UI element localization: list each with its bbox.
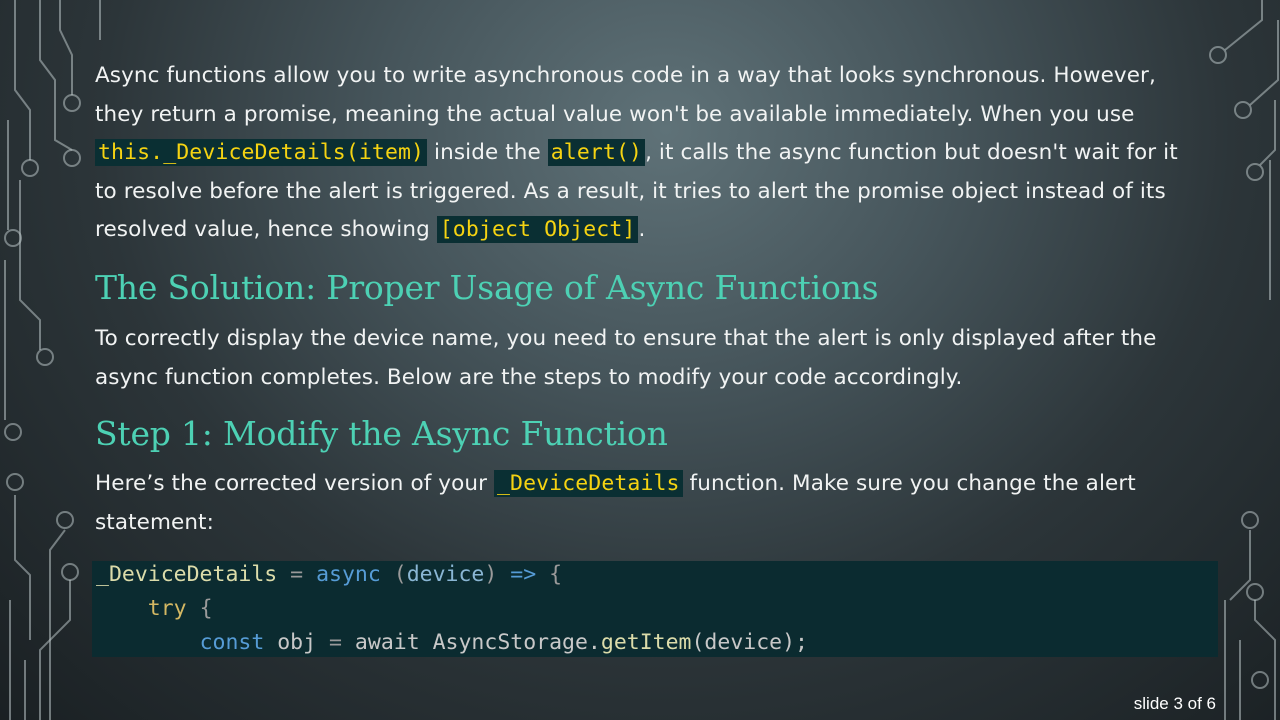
code-token: obj bbox=[264, 630, 330, 655]
inline-code-object-object: [object Object] bbox=[436, 216, 639, 243]
code-line-1: _DeviceDetails = async (device) => { bbox=[96, 558, 562, 592]
code-line-2: try { bbox=[96, 592, 213, 626]
code-token: const bbox=[199, 630, 265, 655]
code-token: = bbox=[277, 562, 317, 587]
inline-code-device-details: _DeviceDetails bbox=[493, 470, 683, 497]
step1-heading: Step 1: Modify the Async Function bbox=[95, 414, 668, 453]
slide-indicator: slide 3 of 6 bbox=[1133, 694, 1216, 713]
code-line-3: const obj = await AsyncStorage.getItem(d… bbox=[96, 626, 808, 660]
code-token: async bbox=[316, 562, 381, 587]
solution-heading: The Solution: Proper Usage of Async Func… bbox=[95, 268, 879, 307]
code-token: try bbox=[147, 596, 187, 621]
intro-text-1: Async functions allow you to write async… bbox=[95, 63, 1156, 127]
code-token: await AsyncStorage. bbox=[341, 630, 601, 655]
code-token: device bbox=[406, 562, 485, 587]
inline-code-alert: alert() bbox=[547, 139, 646, 166]
step1-paragraph: Here’s the corrected version of your _De… bbox=[95, 465, 1195, 542]
code-token: { bbox=[536, 562, 563, 587]
code-token: getItem bbox=[600, 630, 692, 655]
inline-code-device-details-call: this._DeviceDetails(item) bbox=[95, 139, 428, 166]
intro-text-2: inside the bbox=[427, 140, 548, 165]
code-token: { bbox=[186, 596, 213, 621]
step1-text-1: Here’s the corrected version of your bbox=[95, 471, 494, 496]
solution-paragraph: To correctly display the device name, yo… bbox=[95, 326, 1157, 390]
code-block: _DeviceDetails = async (device) => { try… bbox=[92, 561, 1218, 657]
code-token: => bbox=[510, 562, 537, 587]
code-token: = bbox=[329, 630, 342, 655]
intro-text-4: . bbox=[638, 217, 646, 242]
intro-paragraph: Async functions allow you to write async… bbox=[95, 57, 1195, 250]
code-token: _DeviceDetails bbox=[96, 562, 278, 587]
code-token: (device); bbox=[691, 630, 808, 655]
code-token: ) bbox=[484, 562, 511, 587]
code-token: ( bbox=[380, 562, 407, 587]
